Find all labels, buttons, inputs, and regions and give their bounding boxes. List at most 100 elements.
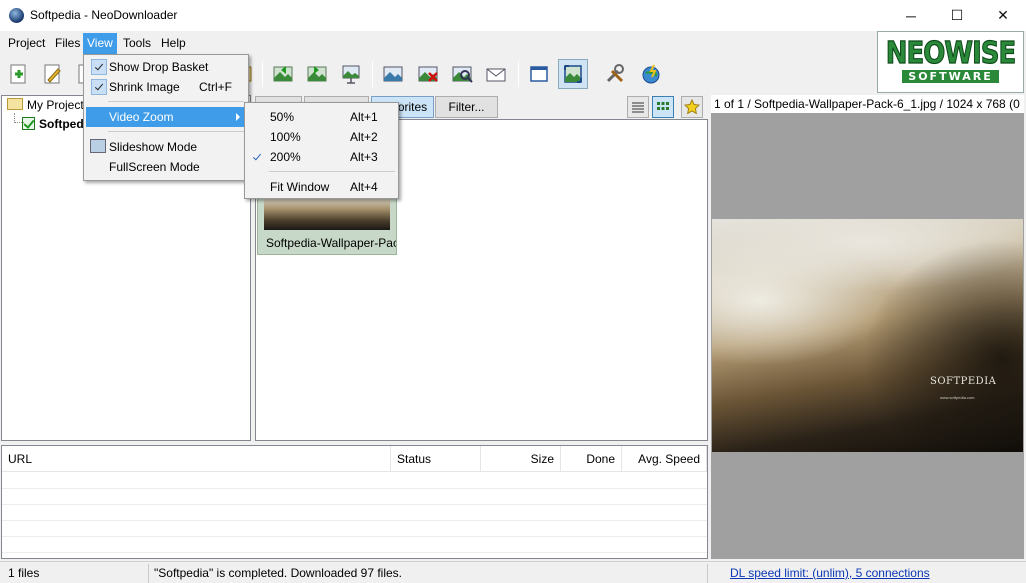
checkmark-icon bbox=[91, 79, 107, 95]
new-project-button[interactable] bbox=[4, 59, 34, 89]
image-delete-button[interactable] bbox=[413, 59, 443, 89]
menu-view[interactable]: View bbox=[83, 33, 117, 54]
toolbar-separator bbox=[262, 61, 263, 87]
status-bar: 1 files "Softpedia" is completed. Downlo… bbox=[0, 561, 1026, 583]
column-size[interactable]: Size bbox=[481, 446, 561, 472]
table-row bbox=[2, 488, 707, 489]
fit-image-icon bbox=[564, 65, 582, 83]
maximize-button[interactable]: ☐ bbox=[934, 0, 980, 31]
menu-item-shortcut: Alt+2 bbox=[350, 130, 378, 144]
window-button[interactable] bbox=[524, 59, 554, 89]
image-search-button[interactable] bbox=[447, 59, 477, 89]
email-icon bbox=[486, 68, 506, 82]
close-button[interactable]: ✕ bbox=[980, 0, 1026, 31]
new-project-icon bbox=[10, 64, 26, 84]
speed-limit-text[interactable]: DL speed limit: (unlim), 5 connections bbox=[730, 566, 930, 580]
window-title: Softpedia - NeoDownloader bbox=[30, 8, 178, 22]
slideshow-button[interactable] bbox=[336, 59, 366, 89]
star-icon bbox=[684, 99, 700, 115]
favorites-star-button[interactable] bbox=[681, 96, 703, 118]
tree-connector bbox=[14, 113, 24, 123]
menu-item-shortcut: Ctrl+F bbox=[199, 80, 232, 94]
list-view-button[interactable] bbox=[627, 96, 649, 118]
menu-item-label: Slideshow Mode bbox=[109, 140, 198, 154]
thumbnail-item[interactable]: Softpedia-Wallpaper-Pack-6_1.jpg bbox=[257, 195, 397, 255]
menu-item-zoom-100[interactable]: 100% Alt+2 bbox=[247, 127, 396, 147]
menu-separator bbox=[108, 131, 244, 132]
status-message: "Softpedia" is completed. Downloaded 97 … bbox=[150, 564, 708, 583]
window-icon bbox=[530, 66, 548, 82]
column-url[interactable]: URL bbox=[2, 446, 391, 472]
title-bar: Softpedia - NeoDownloader ─ ☐ ✕ bbox=[0, 0, 1026, 31]
menu-item-shortcut: Alt+4 bbox=[350, 180, 378, 194]
thumbnail-caption: Softpedia-Wallpaper-Pack-6_1.jpg bbox=[266, 236, 396, 250]
logo-main-text: NEOWISE bbox=[885, 36, 1016, 72]
menu-item-shrink-image[interactable]: Shrink Image Ctrl+F bbox=[86, 77, 246, 97]
folder-icon bbox=[7, 98, 23, 110]
email-button[interactable] bbox=[481, 59, 511, 89]
menu-help[interactable]: Help bbox=[157, 33, 190, 54]
menu-item-label: Fit Window bbox=[270, 180, 330, 194]
speed-limit-link[interactable]: DL speed limit: (unlim), 5 connections bbox=[726, 564, 934, 583]
web-update-button[interactable] bbox=[636, 59, 666, 89]
thumbnail-image bbox=[264, 198, 390, 230]
edit-project-icon bbox=[44, 64, 61, 84]
image-delete-icon bbox=[418, 66, 438, 82]
view-menu: Show Drop Basket Shrink Image Ctrl+F Vid… bbox=[83, 54, 249, 181]
menu-item-video-zoom[interactable]: Video Zoom bbox=[86, 107, 246, 127]
menu-item-label: Video Zoom bbox=[109, 110, 174, 124]
menu-item-zoom-200[interactable]: 200% Alt+3 bbox=[247, 147, 396, 167]
menu-bar: Project Files View Tools Help bbox=[0, 33, 870, 54]
menu-item-fit-window[interactable]: Fit Window Alt+4 bbox=[247, 177, 396, 197]
menu-item-shortcut: Alt+1 bbox=[350, 110, 378, 124]
forest-shadow bbox=[862, 239, 1023, 439]
table-row bbox=[2, 504, 707, 505]
filter-button[interactable]: Filter... bbox=[435, 96, 498, 118]
status-files: 1 files bbox=[4, 564, 149, 583]
menu-item-label: 200% bbox=[270, 150, 301, 164]
list-view-icon bbox=[632, 102, 644, 113]
edit-project-button[interactable] bbox=[38, 59, 68, 89]
preview-image[interactable]: SOFTPEDIA www.softpedia.com bbox=[712, 219, 1023, 452]
logo-sub-text: SOFTWARE bbox=[902, 70, 999, 83]
fit-image-button[interactable] bbox=[558, 59, 588, 89]
menu-item-shortcut: Alt+3 bbox=[350, 150, 378, 164]
menu-item-zoom-50[interactable]: 50% Alt+1 bbox=[247, 107, 396, 127]
menu-files[interactable]: Files bbox=[51, 33, 84, 54]
video-zoom-submenu: 50% Alt+1 100% Alt+2 200% Alt+3 Fit Wind… bbox=[244, 102, 399, 199]
menu-item-fullscreen-mode[interactable]: FullScreen Mode bbox=[86, 157, 246, 177]
menu-item-show-drop-basket[interactable]: Show Drop Basket bbox=[86, 57, 246, 77]
preview-watermark-url: www.softpedia.com bbox=[940, 395, 975, 400]
table-row bbox=[2, 552, 707, 553]
preview-header: 1 of 1 / Softpedia-Wallpaper-Pack-6_1.jp… bbox=[711, 95, 1024, 113]
image-save-icon bbox=[383, 66, 403, 82]
download-back-button[interactable] bbox=[268, 59, 298, 89]
submenu-arrow-icon bbox=[236, 113, 240, 121]
web-update-icon bbox=[642, 64, 660, 84]
menu-item-label: 100% bbox=[270, 130, 301, 144]
column-avg-speed[interactable]: Avg. Speed bbox=[622, 446, 707, 472]
menu-item-slideshow-mode[interactable]: Slideshow Mode bbox=[86, 137, 246, 157]
checkmark-icon bbox=[252, 151, 262, 161]
menu-separator bbox=[269, 171, 395, 172]
menu-item-label: FullScreen Mode bbox=[109, 160, 200, 174]
tools-button[interactable] bbox=[600, 59, 630, 89]
tree-root-label: My Projects bbox=[27, 98, 90, 112]
image-save-button[interactable] bbox=[378, 59, 408, 89]
tree-item-my-projects[interactable]: My Projects bbox=[7, 96, 90, 114]
menu-tools[interactable]: Tools bbox=[119, 33, 155, 54]
neowise-logo: NEOWISE SOFTWARE bbox=[877, 31, 1024, 93]
menu-project[interactable]: Project bbox=[4, 33, 49, 54]
slideshow-icon bbox=[90, 139, 106, 153]
menu-item-label: 50% bbox=[270, 110, 295, 124]
thumbnail-view-button[interactable] bbox=[652, 96, 674, 118]
download-forward-button[interactable] bbox=[302, 59, 332, 89]
column-status[interactable]: Status bbox=[391, 446, 481, 472]
toolbar-separator bbox=[372, 61, 373, 87]
table-row bbox=[2, 536, 707, 537]
image-search-icon bbox=[452, 66, 473, 83]
tools-icon bbox=[606, 64, 624, 83]
column-done[interactable]: Done bbox=[561, 446, 622, 472]
table-row bbox=[2, 520, 707, 521]
minimize-button[interactable]: ─ bbox=[888, 0, 934, 31]
